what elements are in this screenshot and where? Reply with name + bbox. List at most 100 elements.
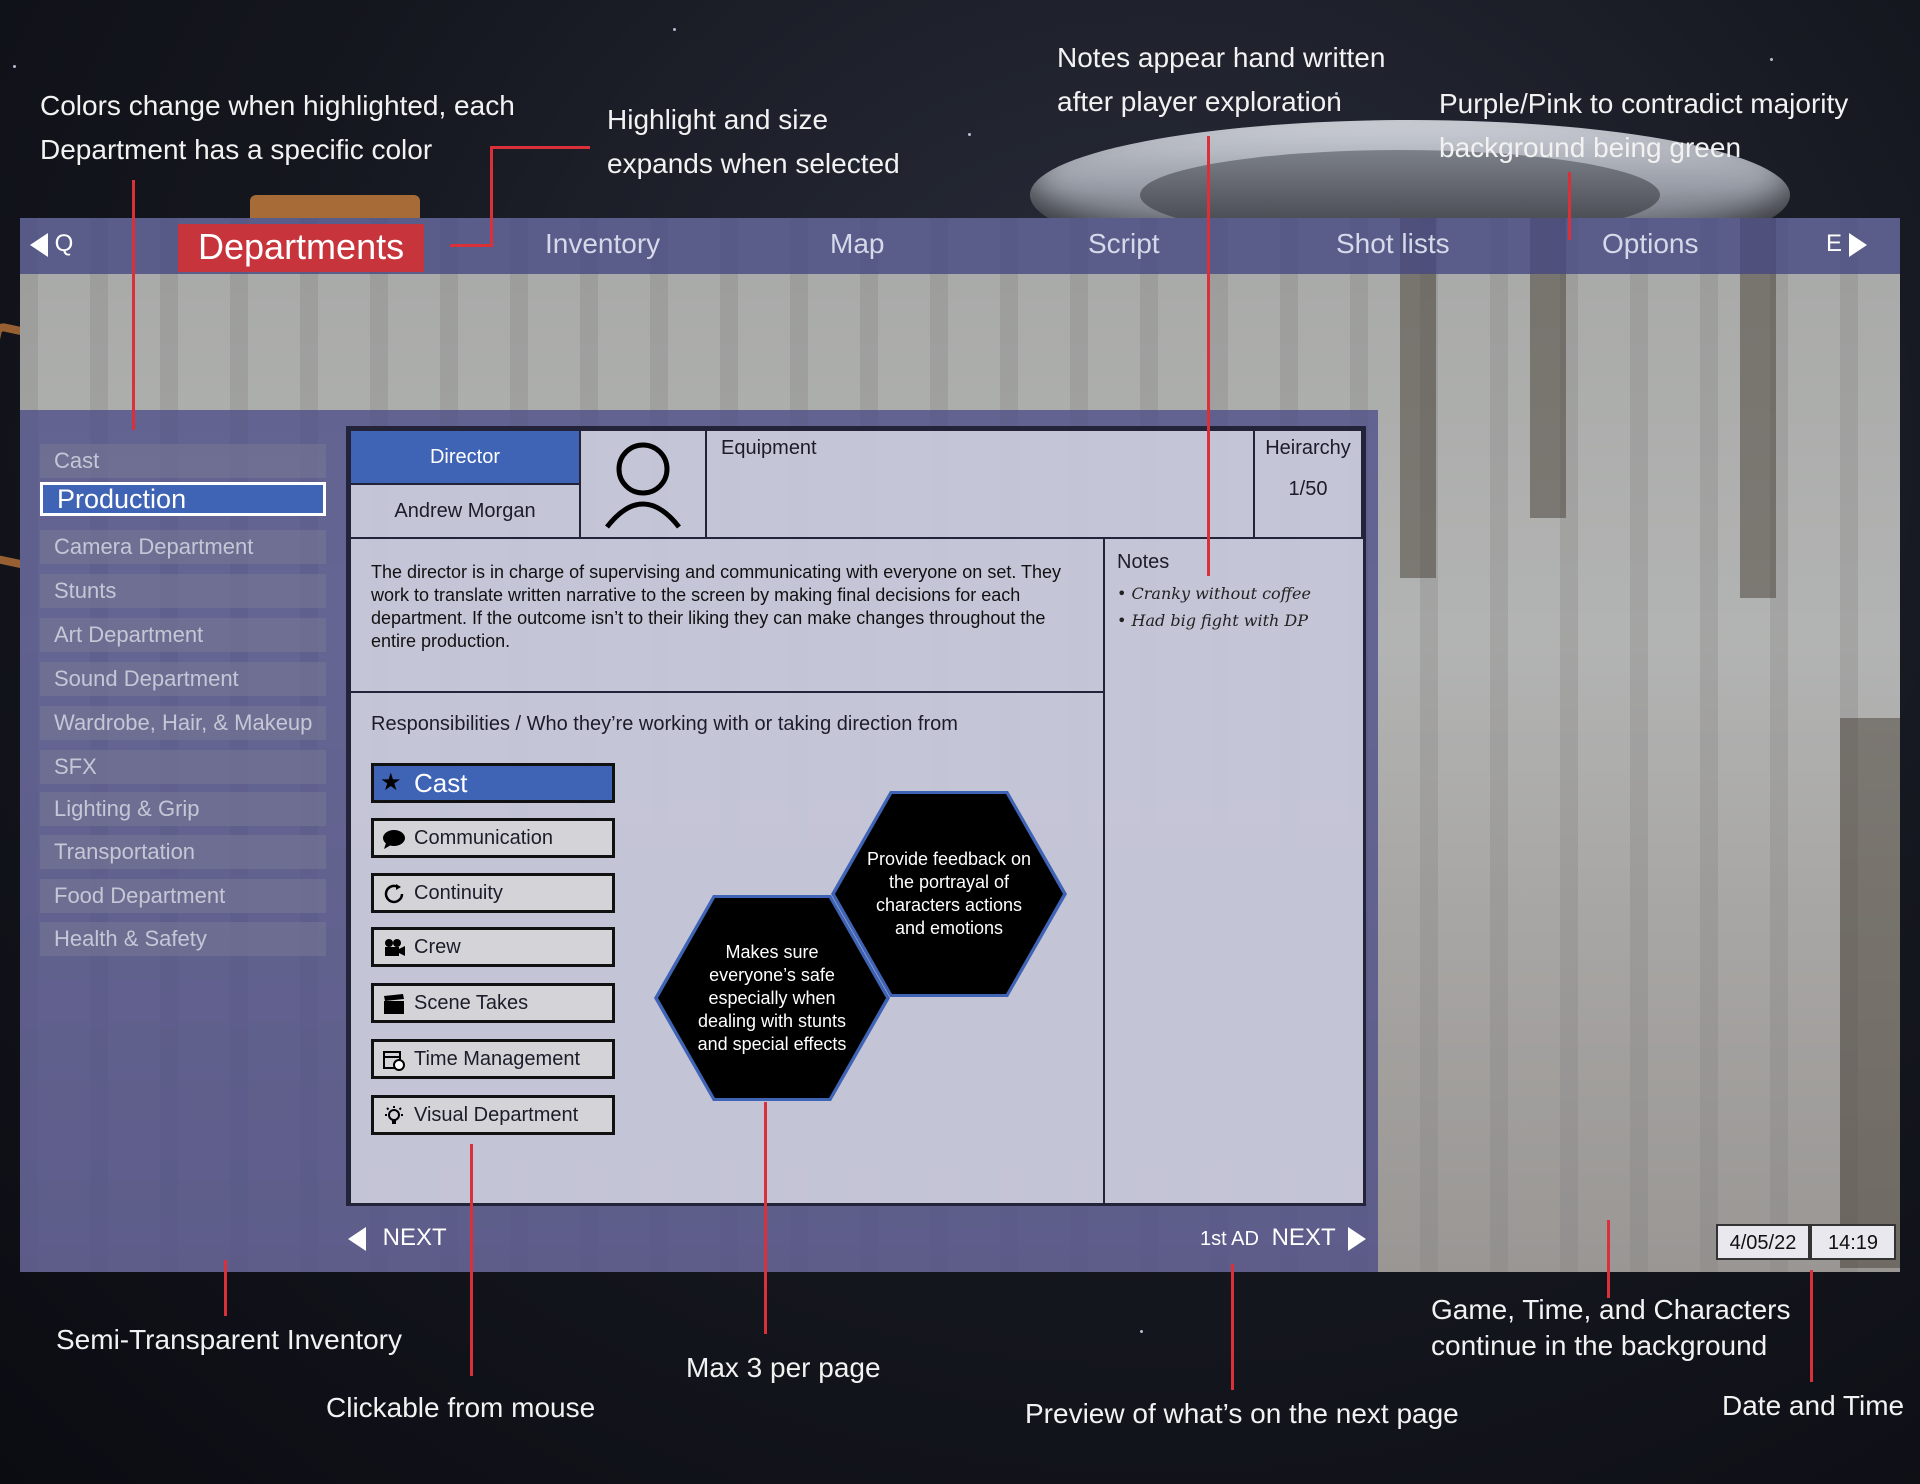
annotation-line bbox=[1231, 1264, 1234, 1390]
dept-camera[interactable]: Camera Department bbox=[40, 530, 326, 564]
star bbox=[1140, 1330, 1143, 1333]
resp-continuity-button[interactable]: Continuity bbox=[371, 873, 615, 913]
prev-tab-control[interactable]: Q bbox=[30, 230, 73, 258]
refresh-icon bbox=[384, 884, 404, 904]
lightbulb-icon bbox=[385, 1106, 403, 1124]
next-page-button[interactable]: 1st AD NEXT bbox=[1200, 1224, 1366, 1252]
annotation-purple-pink: Purple/Pink to contradict majority backgr… bbox=[1439, 88, 1849, 163]
arrow-right-icon bbox=[1347, 1226, 1366, 1251]
annotation-clickable: Clickable from mouse bbox=[326, 1392, 596, 1423]
annotation-line bbox=[490, 146, 590, 149]
person-icon bbox=[605, 442, 681, 529]
tab-map[interactable]: Map bbox=[830, 228, 884, 260]
date-display: 4/05/22 bbox=[1716, 1224, 1810, 1260]
prev-page-button[interactable]: NEXT bbox=[348, 1224, 447, 1252]
tab-inventory[interactable]: Inventory bbox=[545, 228, 660, 260]
resp-label: Continuity bbox=[414, 882, 503, 904]
annotation-line bbox=[490, 146, 493, 246]
annotation-line bbox=[1607, 1220, 1610, 1298]
star bbox=[968, 133, 971, 136]
hierarchy-box: Heirarchy 1/50 bbox=[1253, 429, 1363, 539]
resp-label: Communication bbox=[414, 827, 553, 849]
star-icon: ★ bbox=[380, 769, 402, 796]
resp-label: Cast bbox=[414, 768, 468, 798]
resp-scene-takes-button[interactable]: Scene Takes bbox=[371, 983, 615, 1023]
annotation-line bbox=[224, 1260, 227, 1316]
star bbox=[1770, 58, 1773, 61]
star bbox=[13, 65, 16, 68]
annotation-semi-transparent: Semi-Transparent Inventory bbox=[56, 1324, 402, 1355]
hierarchy-value: 1/50 bbox=[1288, 478, 1328, 500]
annotation-highlight-size: Highlight and size expands when selected bbox=[607, 104, 900, 179]
role-description: The director is in charge of supervising… bbox=[349, 537, 1105, 693]
dept-art[interactable]: Art Department bbox=[40, 618, 326, 652]
note-item: • Cranky without coffee bbox=[1117, 584, 1311, 603]
tree-trunk bbox=[1840, 718, 1900, 1268]
q-key-label: Q bbox=[54, 230, 74, 257]
resp-time-management-button[interactable]: Time Management bbox=[371, 1039, 615, 1079]
resp-label: Visual Department bbox=[414, 1104, 579, 1126]
resp-label: Time Management bbox=[414, 1048, 580, 1070]
dept-cast[interactable]: Cast bbox=[40, 444, 326, 478]
annotation-date-time: Date and Time bbox=[1722, 1390, 1905, 1421]
clapperboard-icon bbox=[384, 994, 404, 1014]
camera-icon bbox=[385, 939, 405, 956]
annotation-line bbox=[1810, 1270, 1813, 1382]
dept-production[interactable]: Production bbox=[40, 482, 326, 516]
time-display: 14:19 bbox=[1810, 1224, 1896, 1260]
dept-transportation[interactable]: Transportation bbox=[40, 835, 326, 869]
dept-lighting-grip[interactable]: Lighting & Grip bbox=[40, 792, 326, 826]
portrait-frame bbox=[579, 429, 707, 539]
resp-communication-button[interactable]: Communication bbox=[371, 818, 615, 858]
responsibilities-label: Responsibilities / Who they’re working w… bbox=[371, 713, 958, 735]
annotation-line bbox=[1207, 136, 1210, 576]
resp-crew-button[interactable]: Crew bbox=[371, 927, 615, 967]
responsibilities-box: Responsibilities / Who they’re working w… bbox=[349, 691, 1105, 1205]
equipment-label: Equipment bbox=[721, 437, 817, 459]
annotation-line bbox=[450, 244, 493, 247]
dept-food[interactable]: Food Department bbox=[40, 879, 326, 913]
annotation-notes-hand: Notes appear hand written after player ex… bbox=[1057, 42, 1386, 117]
dept-sound[interactable]: Sound Department bbox=[40, 662, 326, 696]
annotation-line bbox=[1568, 172, 1571, 240]
next-tab-control[interactable]: E bbox=[1826, 230, 1867, 258]
arrow-right-icon bbox=[1848, 232, 1867, 257]
dept-sfx[interactable]: SFX bbox=[40, 750, 326, 784]
top-nav-bar: Q Departments Inventory Map Script Shot … bbox=[20, 218, 1900, 274]
next-page-label: NEXT bbox=[1271, 1224, 1336, 1251]
prev-page-label: NEXT bbox=[382, 1224, 447, 1251]
note-item: • Had big fight with DP bbox=[1117, 611, 1308, 630]
next-page-preview: 1st AD bbox=[1200, 1228, 1259, 1250]
character-card: Director Andrew Morgan Equipment Heirarc… bbox=[346, 426, 1366, 1206]
arrow-left-icon bbox=[30, 232, 48, 257]
annotation-line bbox=[764, 1102, 767, 1334]
resp-label: Crew bbox=[414, 936, 461, 958]
star bbox=[673, 28, 676, 31]
annotation-preview: Preview of what’s on the next page bbox=[1025, 1398, 1459, 1429]
annotation-line bbox=[132, 180, 135, 430]
speech-bubble-icon bbox=[383, 830, 405, 849]
resp-label: Scene Takes bbox=[414, 992, 529, 1014]
resp-visual-department-button[interactable]: Visual Department bbox=[371, 1095, 615, 1135]
dept-stunts[interactable]: Stunts bbox=[40, 574, 326, 608]
tab-options[interactable]: Options bbox=[1602, 228, 1699, 260]
annotation-game-time: Game, Time, and Characters continue in th… bbox=[1431, 1294, 1791, 1361]
character-name: Andrew Morgan bbox=[349, 483, 581, 539]
equipment-box: Equipment bbox=[705, 429, 1255, 539]
arrow-left-icon bbox=[348, 1226, 366, 1251]
notes-box: Notes • Cranky without coffee • Had big … bbox=[1103, 537, 1365, 1205]
annotation-line bbox=[470, 1144, 473, 1376]
tree-trunk bbox=[1740, 218, 1776, 598]
e-key-label: E bbox=[1826, 230, 1843, 257]
annotation-colors-change: Colors change when highlighted, each Depa… bbox=[40, 90, 515, 165]
hierarchy-label: Heirarchy bbox=[1265, 437, 1351, 459]
resp-cast-button[interactable]: ★ Cast bbox=[371, 763, 615, 803]
dept-health-safety[interactable]: Health & Safety bbox=[40, 922, 326, 956]
tab-departments[interactable]: Departments bbox=[178, 224, 425, 272]
tab-shot-lists[interactable]: Shot lists bbox=[1336, 228, 1450, 260]
notes-label: Notes bbox=[1117, 551, 1170, 573]
tab-script[interactable]: Script bbox=[1088, 228, 1160, 260]
dept-wardrobe[interactable]: Wardrobe, Hair, & Makeup bbox=[40, 706, 326, 740]
annotation-max3: Max 3 per page bbox=[686, 1352, 881, 1383]
role-label: Director bbox=[349, 429, 581, 485]
